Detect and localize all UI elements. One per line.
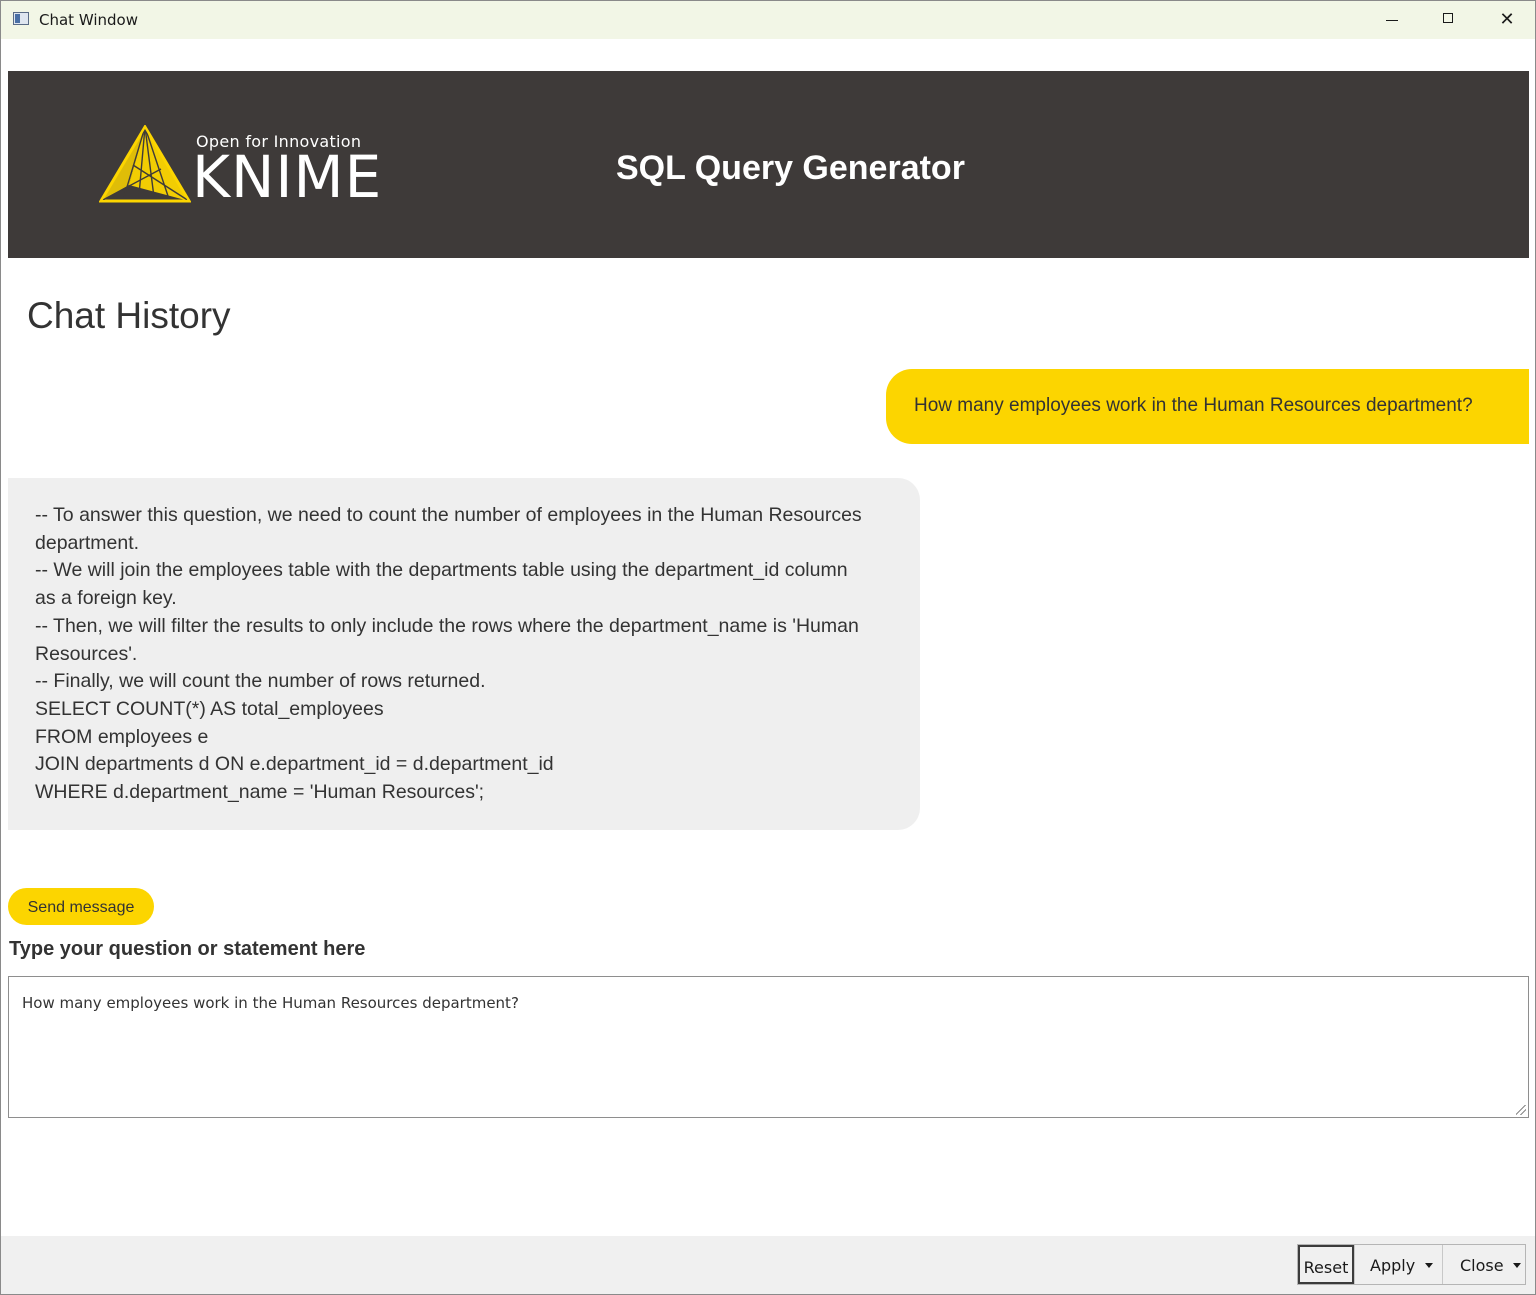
close-icon: ✕ — [1499, 9, 1515, 30]
page-title: SQL Query Generator — [616, 149, 965, 187]
chat-history-heading: Chat History — [27, 295, 231, 336]
dialog-footer: Reset Apply Close — [1, 1236, 1535, 1294]
input-label: Type your question or statement here — [9, 938, 366, 960]
assistant-message-line: as a foreign key. — [35, 587, 177, 610]
maximize-button[interactable] — [1421, 1, 1477, 39]
message-input-value: How many employees work in the Human Res… — [22, 994, 519, 1012]
resize-grip-icon[interactable] — [1516, 1105, 1526, 1115]
knime-triangle-icon — [99, 125, 191, 203]
header-banner: Open for Innovation KNIME SQL Query Gene… — [8, 71, 1529, 258]
knime-logo: Open for Innovation KNIME — [99, 125, 399, 207]
user-message-bubble: How many employees work in the Human Res… — [886, 369, 1529, 444]
close-window-button[interactable]: ✕ — [1479, 1, 1535, 39]
window-title: Chat Window — [39, 11, 138, 29]
assistant-message-line: -- Finally, we will count the number of … — [35, 670, 486, 693]
assistant-message-line: -- To answer this question, we need to c… — [35, 504, 862, 526]
assistant-message-line: WHERE d.department_name = 'Human Resourc… — [35, 781, 485, 804]
app-window-icon — [13, 12, 29, 25]
maximize-icon — [1443, 13, 1453, 23]
chat-window: Chat Window ✕ Open for Innovation KNIME … — [0, 0, 1536, 1295]
assistant-message-bubble: -- To answer this question, we need to c… — [8, 478, 920, 830]
logo-wordmark: KNIME — [192, 143, 383, 211]
apply-button[interactable]: Apply — [1354, 1245, 1442, 1284]
minimize-icon — [1386, 20, 1398, 21]
chevron-down-icon[interactable] — [1425, 1263, 1433, 1268]
reset-button[interactable]: Reset — [1298, 1245, 1354, 1284]
assistant-message-line: SELECT COUNT(*) AS total_employees — [35, 697, 384, 720]
title-bar: Chat Window ✕ — [1, 1, 1535, 39]
footer-button-group: Reset Apply Close — [1297, 1244, 1526, 1285]
apply-button-label: Apply — [1370, 1256, 1416, 1275]
user-message-text: How many employees work in the Human Res… — [914, 395, 1473, 416]
send-message-button[interactable]: Send message — [8, 888, 154, 925]
assistant-message-line: JOIN departments d ON e.department_id = … — [35, 753, 554, 776]
close-button-label: Close — [1460, 1256, 1504, 1275]
close-button[interactable]: Close — [1442, 1245, 1527, 1284]
assistant-message-line: -- We will join the employees table with… — [35, 559, 848, 582]
message-input[interactable]: How many employees work in the Human Res… — [8, 976, 1529, 1118]
assistant-message-line: -- Then, we will filter the results to o… — [35, 614, 859, 637]
chevron-down-icon[interactable] — [1513, 1263, 1521, 1268]
assistant-message-line: department. — [35, 531, 140, 554]
assistant-message-line: Resources'. — [35, 642, 138, 665]
minimize-button[interactable] — [1365, 1, 1421, 39]
assistant-message-line: FROM employees e — [35, 725, 209, 748]
